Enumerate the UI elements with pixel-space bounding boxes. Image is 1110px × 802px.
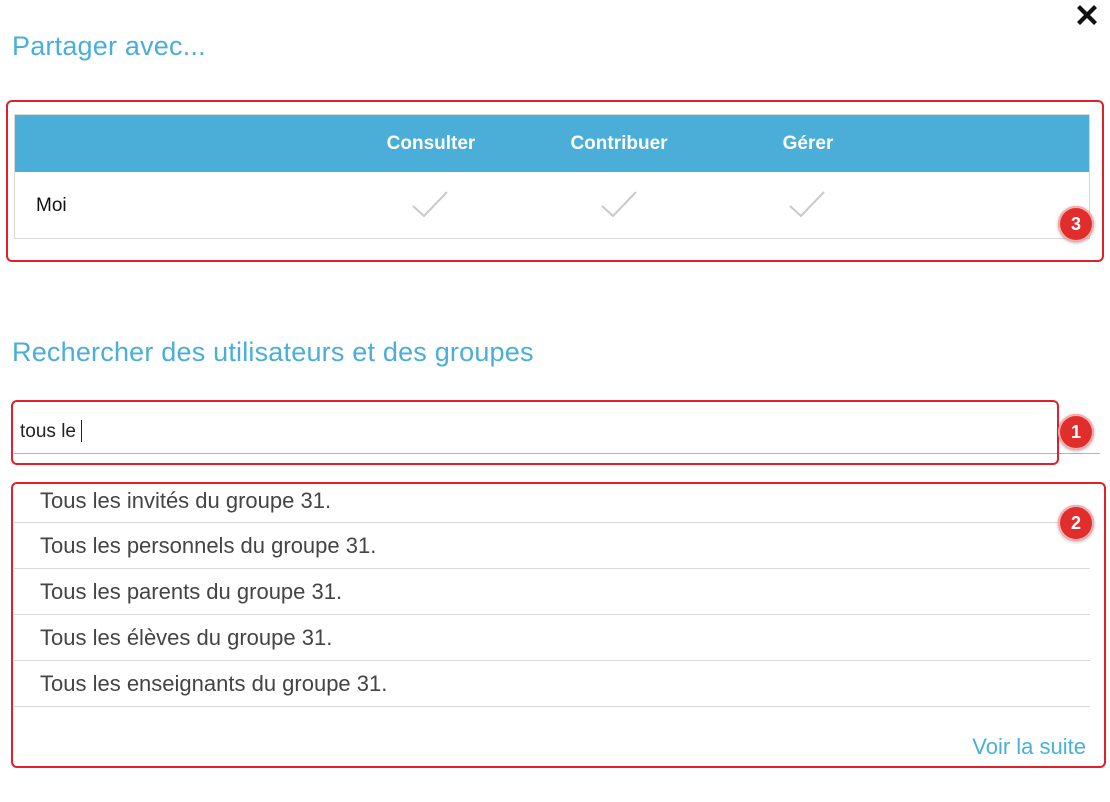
- annotation-badge-3: 3: [1058, 206, 1094, 242]
- input-hint-cut-off: [14, 466, 354, 476]
- close-icon: [1077, 5, 1097, 25]
- search-section-title: Rechercher des utilisateurs et des group…: [12, 337, 534, 367]
- annotation-badge-1: 1: [1058, 414, 1094, 450]
- close-button[interactable]: [1074, 2, 1100, 28]
- annotation-box-2: [11, 482, 1106, 768]
- share-section-title: Partager avec...: [12, 31, 206, 61]
- annotation-badge-2: 2: [1058, 505, 1094, 541]
- annotation-box-1: [11, 400, 1059, 465]
- annotation-box-3: [6, 100, 1104, 262]
